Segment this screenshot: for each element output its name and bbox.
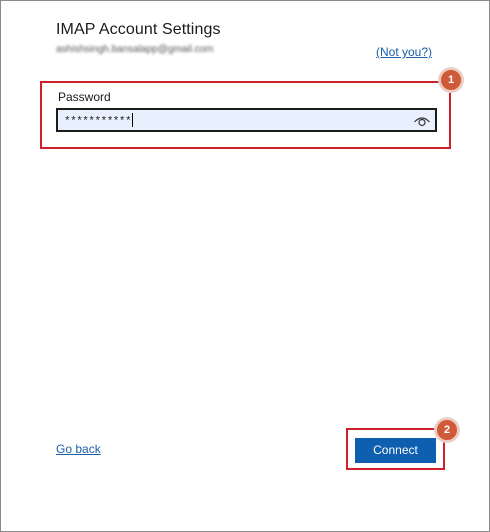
dialog-title: IMAP Account Settings [56, 21, 221, 38]
go-back-link[interactable]: Go back [56, 442, 101, 456]
not-you-link[interactable]: (Not you?) [376, 45, 432, 59]
account-email: ashishsingh.bansalapp@gmail.com [56, 44, 214, 55]
highlight-connect-box [346, 428, 445, 470]
step-badge-2: 2 [435, 418, 459, 442]
step-badge-1: 1 [439, 68, 463, 92]
highlight-password-box [40, 81, 451, 149]
